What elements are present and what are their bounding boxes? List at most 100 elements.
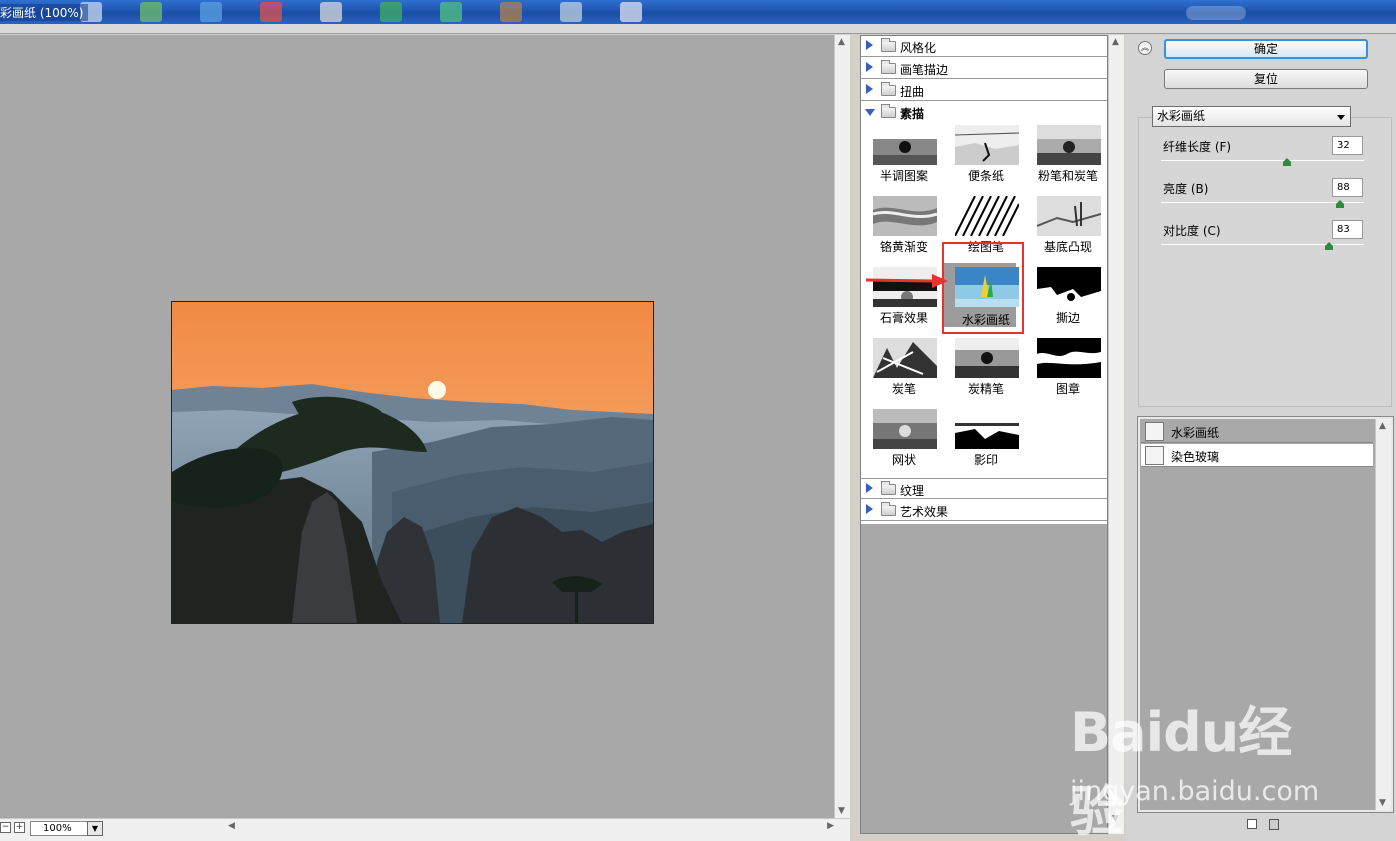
filter-preview-image [955, 409, 1019, 449]
filter-preview-image [955, 196, 1019, 236]
annotation-arrow-icon [866, 274, 948, 288]
highlight-box [942, 242, 1024, 334]
top-divider [0, 24, 1396, 34]
effect-layer-item[interactable]: 水彩画纸 [1141, 420, 1373, 443]
brightness-input[interactable]: 88 [1332, 178, 1363, 197]
search-box[interactable] [1186, 6, 1246, 20]
zoom-out-button[interactable]: − [0, 822, 11, 833]
scroll-down-icon[interactable]: ▼ [1112, 814, 1119, 824]
app-icon[interactable] [380, 2, 402, 22]
filter-gallery: 风格化 画笔描边 扭曲 素描 半调图案 便条纸 粉笔和炭笔 铬黄渐变 绘图笔 基… [860, 35, 1108, 834]
app-icon[interactable] [320, 2, 342, 22]
app-icon[interactable] [260, 2, 282, 22]
category-label: 素描 [900, 107, 925, 121]
taskbar-icons [80, 2, 642, 22]
scroll-down-icon[interactable]: ▼ [1379, 798, 1386, 808]
filter-list-scrollbar[interactable]: ▲ ▼ [1108, 35, 1124, 834]
new-effect-layer-icon[interactable] [1247, 819, 1257, 829]
folder-icon [881, 38, 896, 52]
param-label: 纤维长度 (F) [1163, 140, 1232, 154]
filter-thumb-chrome[interactable]: 铬黄渐变 [868, 194, 940, 258]
slider-handle-icon[interactable] [1325, 242, 1334, 250]
filter-label: 基底凸现 [1043, 240, 1092, 254]
expand-arrow-icon[interactable] [866, 84, 873, 94]
filter-thumb-photocopy[interactable]: 影印 [950, 407, 1022, 471]
app-icon[interactable] [620, 2, 642, 22]
effect-layer-name: 染色玻璃 [1171, 450, 1220, 464]
trash-icon[interactable] [1269, 819, 1279, 830]
filter-preview-image [1037, 338, 1101, 378]
filter-thumb-torn-edges[interactable]: 撕边 [1032, 265, 1104, 329]
collapse-arrow-icon[interactable] [865, 109, 875, 116]
filter-select[interactable]: 水彩画纸 [1152, 106, 1351, 127]
contrast-input[interactable]: 83 [1332, 220, 1363, 239]
scroll-up-icon[interactable]: ▲ [1112, 37, 1119, 47]
scroll-up-icon[interactable]: ▲ [1379, 421, 1386, 431]
category-brush-strokes[interactable]: 画笔描边 [861, 58, 1107, 79]
fiber-length-input[interactable]: 32 [1332, 136, 1363, 155]
scroll-up-icon[interactable]: ▲ [838, 37, 845, 47]
effect-layers-list: 水彩画纸 染色玻璃 ▲ ▼ [1137, 416, 1394, 813]
filter-preview-image [1037, 125, 1101, 165]
contrast-slider[interactable] [1161, 244, 1364, 245]
param-label: 对比度 (C) [1163, 224, 1221, 238]
visibility-toggle-icon[interactable] [1145, 422, 1164, 441]
collapse-chevron-icon[interactable]: ︽ [1138, 41, 1152, 55]
filter-thumb-halftone[interactable]: 半调图案 [868, 123, 940, 187]
filter-label: 半调图案 [879, 169, 928, 183]
category-texture[interactable]: 纹理 [861, 478, 1107, 499]
filter-thumb-chalk-charcoal[interactable]: 粉笔和炭笔 [1032, 123, 1104, 187]
effect-layers-scrollbar[interactable]: ▲ ▼ [1375, 419, 1391, 810]
category-distort[interactable]: 扭曲 [861, 80, 1107, 101]
ok-button[interactable]: 确定 [1164, 39, 1368, 59]
fiber-length-slider[interactable] [1161, 160, 1364, 161]
app-icon[interactable] [200, 2, 222, 22]
param-label: 亮度 (B) [1163, 182, 1209, 196]
filter-preview-image [873, 409, 937, 449]
category-label: 画笔描边 [900, 63, 949, 77]
app-icon[interactable] [440, 2, 462, 22]
expand-arrow-icon[interactable] [866, 483, 873, 493]
filter-label: 炭笔 [891, 382, 916, 396]
expand-arrow-icon[interactable] [866, 504, 873, 514]
settings-panel: ︽ 确定 复位 水彩画纸 纤维长度 (F) 32 亮度 (B) 88 对比度 (… [1126, 35, 1396, 841]
app-icon[interactable] [560, 2, 582, 22]
brightness-slider[interactable] [1161, 202, 1364, 203]
filter-thumb-conte-crayon[interactable]: 炭精笔 [950, 336, 1022, 400]
category-stylize[interactable]: 风格化 [861, 36, 1107, 57]
reset-button[interactable]: 复位 [1164, 69, 1368, 89]
visibility-toggle-icon[interactable] [1145, 446, 1164, 465]
category-label: 扭曲 [900, 85, 925, 99]
filter-preview-image [955, 338, 1019, 378]
expand-arrow-icon[interactable] [866, 62, 873, 72]
filter-thumb-bas-relief[interactable]: 基底凸现 [1032, 194, 1104, 258]
folder-open-icon [881, 104, 896, 118]
slider-handle-icon[interactable] [1335, 200, 1344, 208]
expand-arrow-icon[interactable] [866, 40, 873, 50]
zoom-dropdown-icon[interactable]: ▼ [87, 821, 103, 836]
preview-vertical-scrollbar[interactable]: ▲ ▼ [834, 35, 850, 818]
filter-thumb-charcoal[interactable]: 炭笔 [868, 336, 940, 400]
slider-handle-icon[interactable] [1282, 158, 1291, 166]
filter-label: 图章 [1055, 382, 1080, 396]
preview-horizontal-scrollbar[interactable]: ◀ ▶ [224, 821, 834, 835]
filter-label: 铬黄渐变 [879, 240, 928, 254]
scroll-right-icon[interactable]: ▶ [827, 821, 834, 831]
category-sketch[interactable]: 素描 [861, 102, 1107, 123]
filter-list-empty-area [861, 524, 1107, 833]
preview-canvas[interactable] [0, 35, 834, 818]
app-icon[interactable] [140, 2, 162, 22]
scroll-down-icon[interactable]: ▼ [838, 806, 845, 816]
filter-label: 炭精笔 [967, 382, 1004, 396]
scroll-left-icon[interactable]: ◀ [228, 821, 235, 831]
filter-thumb-note-paper[interactable]: 便条纸 [950, 123, 1022, 187]
filter-thumb-reticulation[interactable]: 网状 [868, 407, 940, 471]
category-label: 风格化 [900, 41, 937, 55]
filter-thumb-stamp[interactable]: 图章 [1032, 336, 1104, 400]
zoom-field[interactable]: 100% [30, 821, 90, 836]
app-icon[interactable] [500, 2, 522, 22]
category-artistic[interactable]: 艺术效果 [861, 500, 1107, 521]
effect-layer-item[interactable]: 染色玻璃 [1141, 444, 1373, 467]
filter-label: 影印 [973, 453, 998, 467]
zoom-in-button[interactable]: + [14, 822, 25, 833]
